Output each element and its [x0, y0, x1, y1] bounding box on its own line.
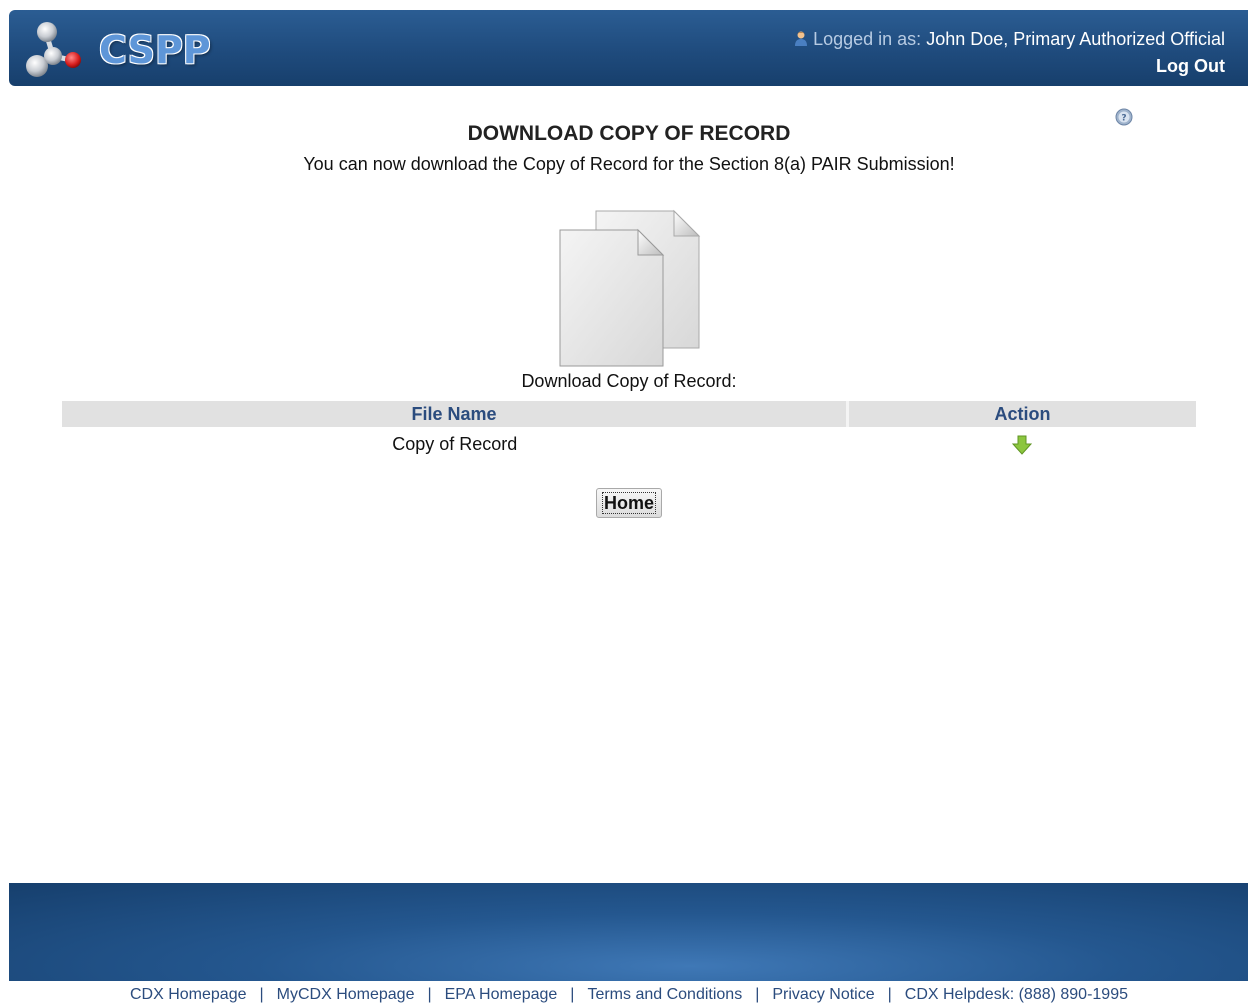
column-header-file-name[interactable]: File Name — [62, 401, 849, 427]
page-subtitle: You can now download the Copy of Record … — [303, 154, 955, 174]
table-row: Copy of Record — [62, 427, 1196, 461]
footer-separator: | — [427, 986, 432, 1003]
table-header-row: File Name Action — [62, 401, 1196, 427]
footer-link-terms[interactable]: Terms and Conditions — [587, 986, 742, 1003]
user-icon — [795, 31, 808, 46]
user-name: John Doe, Primary Authorized Official — [926, 29, 1225, 49]
logged-in-label: Logged in as: — [813, 29, 922, 49]
download-arrow-icon[interactable] — [1011, 435, 1032, 455]
molecule-icon — [26, 22, 81, 77]
footer-band — [9, 883, 1248, 981]
footer-separator: | — [570, 986, 575, 1003]
logged-in-line: Logged in as: John Doe, Primary Authoriz… — [793, 26, 1225, 53]
footer-link-helpdesk[interactable]: CDX Helpdesk: (888) 890-1995 — [905, 986, 1128, 1003]
download-label: Download Copy of Record: — [521, 371, 737, 391]
home-button[interactable]: Home — [596, 488, 662, 518]
document-icon — [559, 209, 701, 367]
footer-separator: | — [887, 986, 892, 1003]
page-title: DOWNLOAD COPY OF RECORD — [467, 122, 791, 145]
footer-links: CDX Homepage | MyCDX Homepage | EPA Homepage… — [0, 986, 1248, 1004]
home-button-label: Home — [601, 491, 657, 514]
logout-link[interactable]: Log Out — [1156, 56, 1225, 76]
footer-link-epa-homepage[interactable]: EPA Homepage — [445, 986, 558, 1003]
user-area: Logged in as: John Doe, Primary Authoriz… — [793, 26, 1225, 80]
file-table: File Name Action Copy of Record — [62, 401, 1196, 461]
footer-link-mycdx-homepage[interactable]: MyCDX Homepage — [277, 986, 415, 1003]
footer-link-cdx-homepage[interactable]: CDX Homepage — [130, 986, 247, 1003]
footer-separator: | — [259, 986, 264, 1003]
footer-link-privacy[interactable]: Privacy Notice — [772, 986, 874, 1003]
cspp-logo[interactable]: CSPP — [23, 16, 223, 82]
header-bar: CSPP Logged in as: John Doe, Primary Aut… — [9, 10, 1248, 86]
column-header-action[interactable]: Action — [847, 401, 1196, 427]
logo-text: CSPP — [99, 28, 211, 72]
action-cell — [848, 427, 1197, 461]
file-name-cell: Copy of Record — [392, 433, 518, 454]
footer-separator: | — [755, 986, 760, 1003]
page: CSPP Logged in as: John Doe, Primary Aut… — [0, 0, 1248, 1006]
